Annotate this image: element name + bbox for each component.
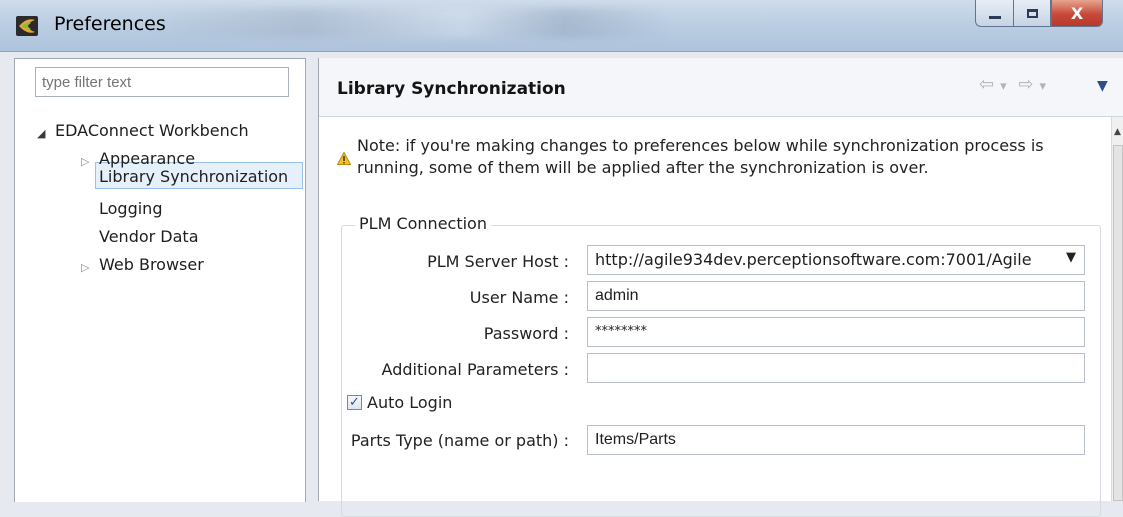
server-host-value: http://agile934dev.perceptionsoftware.co… [595,250,1032,269]
checkmark-icon: ✓ [349,395,360,410]
minimize-icon [988,15,1001,19]
warning-icon [337,152,351,165]
auto-login-checkbox[interactable]: ✓ [347,395,362,410]
forward-arrow-icon[interactable]: ⇨ [1018,74,1033,95]
additional-parameters-input[interactable] [587,353,1085,383]
tree-expanded-arrow-icon[interactable]: ◢ [37,127,45,140]
page-content: Note: if you're making changes to prefer… [319,117,1111,517]
additional-parameters-label: Additional Parameters : [381,360,569,379]
tree-item-edaconnect-workbench[interactable]: EDAConnect Workbench [55,121,249,140]
close-icon: X [1070,3,1084,23]
password-label: Password : [483,324,569,343]
page-title: Library Synchronization [337,79,566,99]
password-input[interactable]: ******** [587,317,1085,347]
server-host-combo[interactable]: http://agile934dev.perceptionsoftware.co… [587,245,1085,275]
forward-menu-icon[interactable]: ▾ [1039,79,1046,94]
maximize-button[interactable] [1013,0,1051,27]
filter-input[interactable] [35,67,289,97]
window-controls: X [975,0,1103,27]
eclipse-app-icon [16,16,38,36]
tree-item-logging[interactable]: Logging [99,199,162,218]
parts-type-input[interactable] [587,425,1085,455]
server-host-label: PLM Server Host : [427,252,569,271]
maximize-icon [1026,8,1038,18]
user-name-input[interactable] [587,281,1085,311]
note-text: Note: if you're making changes to prefer… [357,136,1044,177]
tree-item-vendor-data[interactable]: Vendor Data [99,227,199,246]
password-value: ******** [595,324,647,339]
preference-page: Library Synchronization ⇦ ▾ ⇨ ▾ ▼ Note: if… [318,58,1123,517]
vertical-scrollbar[interactable]: ▲ [1111,117,1123,501]
tree-item-library-synchronization[interactable]: Library Synchronization [99,167,288,186]
scroll-thumb[interactable] [1113,145,1123,501]
tree-item-appearance[interactable]: Appearance [99,149,195,168]
close-button[interactable]: X [1051,0,1103,27]
window-title: Preferences [54,13,166,35]
tree-item-web-browser[interactable]: Web Browser [99,255,204,274]
page-header: Library Synchronization ⇦ ▾ ⇨ ▾ ▼ [319,58,1123,117]
back-menu-icon[interactable]: ▾ [1000,79,1007,94]
back-arrow-icon[interactable]: ⇦ [979,74,994,95]
scroll-up-arrow-icon[interactable]: ▲ [1114,127,1121,137]
minimize-button[interactable] [975,0,1013,27]
dropdown-arrow-icon[interactable]: ▼ [1066,250,1076,265]
user-name-label: User Name : [469,288,569,307]
tree-collapsed-arrow-icon[interactable]: ▷ [81,155,89,168]
parts-type-label: Parts Type (name or path) : [350,431,569,450]
title-bar[interactable]: Preferences X [0,0,1123,52]
history-navigation: ⇦ ▾ ⇨ ▾ [979,74,1052,95]
group-title: PLM Connection [355,214,491,233]
auto-login-label[interactable]: Auto Login [367,393,452,412]
preferences-tree-pane: ◢ EDAConnect Workbench ▷ Appearance Libr… [14,58,306,502]
tree-collapsed-arrow-icon[interactable]: ▷ [81,261,89,274]
view-menu-icon[interactable]: ▼ [1097,78,1108,94]
